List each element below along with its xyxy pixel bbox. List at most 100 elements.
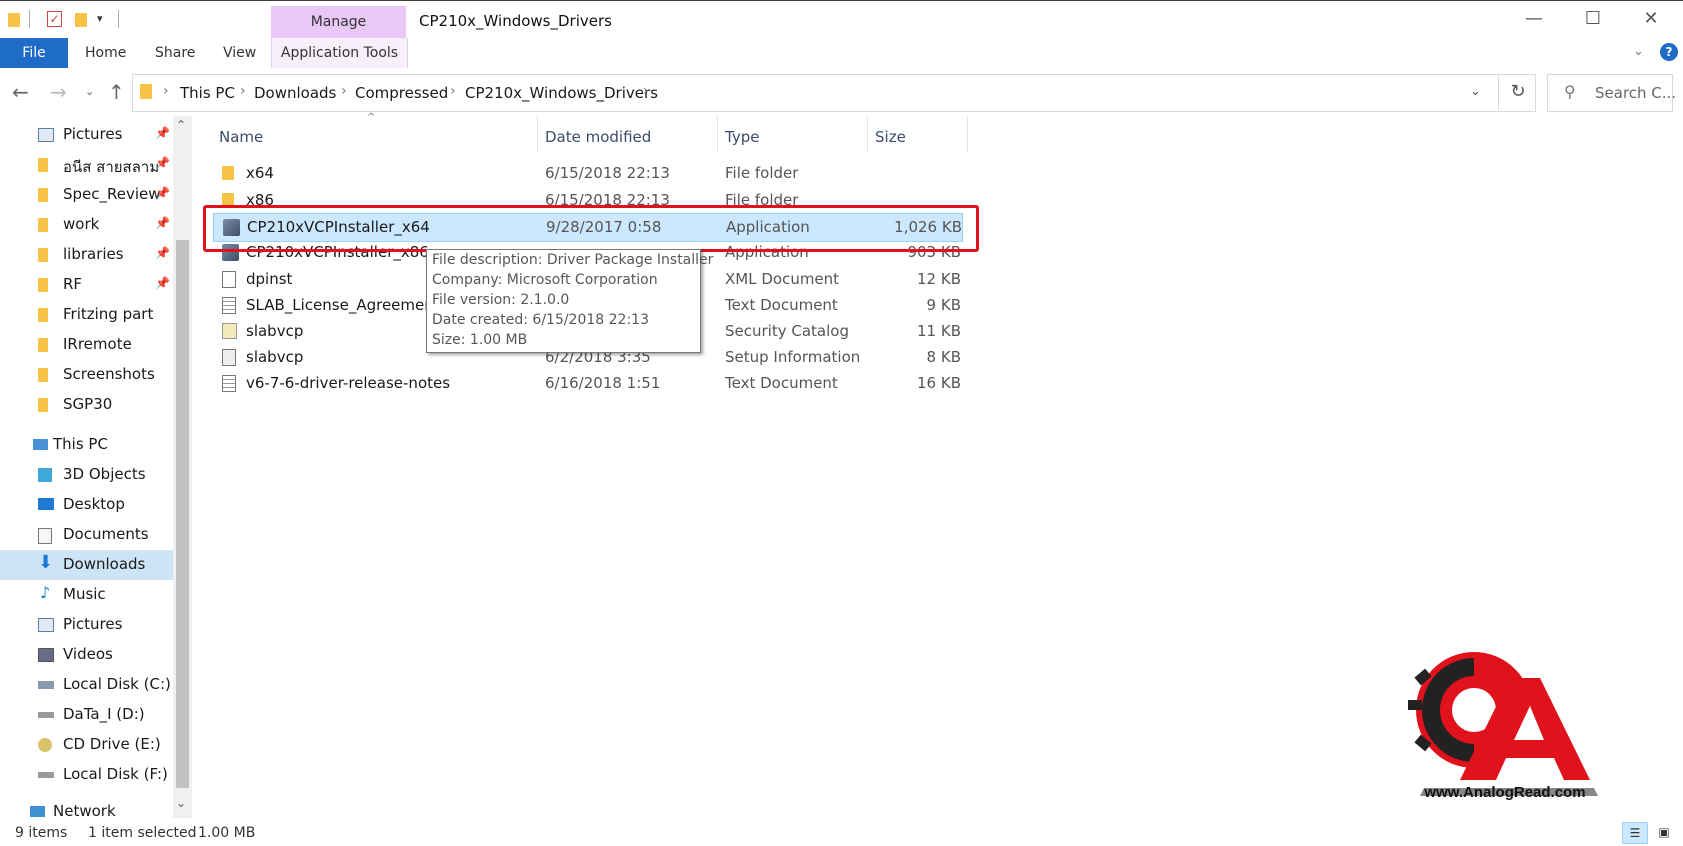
sidebar-item-label: DaTa_I (D:) <box>63 705 145 723</box>
window-title: CP210x_Windows_Drivers <box>419 12 612 30</box>
chevron-right-icon[interactable]: › <box>163 83 169 99</box>
sidebar-item-fritzing-part[interactable]: Fritzing part <box>0 300 173 330</box>
text-document-icon <box>222 375 236 392</box>
scroll-up-icon[interactable]: ⌃ <box>176 118 186 132</box>
column-divider[interactable] <box>717 116 718 152</box>
minimize-button[interactable]: — <box>1519 8 1549 32</box>
file-tooltip: File description: Driver Package Install… <box>426 249 713 353</box>
tab-share[interactable]: Share <box>155 38 195 68</box>
search-icon: ⚲ <box>1564 82 1576 101</box>
manage-tab[interactable]: Manage <box>271 14 406 30</box>
sidebar-item-spec-review[interactable]: Spec_Review 📌 <box>0 180 173 210</box>
file-size: 9 KB <box>926 296 961 314</box>
column-divider[interactable] <box>867 116 868 152</box>
sidebar-item-sgp30[interactable]: SGP30 <box>0 390 173 420</box>
pin-icon[interactable]: 📌 <box>155 216 170 230</box>
chevron-right-icon[interactable]: › <box>240 83 246 99</box>
file-row-release-notes[interactable]: v6-7-6-driver-release-notes 6/16/2018 1:… <box>213 370 961 397</box>
sidebar-item-documents[interactable]: Documents <box>0 520 173 550</box>
file-row-x86[interactable]: x86 6/15/2018 22:13 File folder <box>213 187 961 205</box>
chevron-down-icon[interactable]: ▾ <box>97 12 103 25</box>
tab-application-tools[interactable]: Application Tools <box>271 38 408 68</box>
title-bar <box>0 0 1683 37</box>
folder-icon <box>38 308 48 322</box>
back-arrow-icon[interactable]: ← <box>12 80 29 104</box>
column-header-date[interactable]: Date modified <box>545 128 651 146</box>
tab-view[interactable]: View <box>223 38 256 68</box>
file-date: 6/15/2018 22:13 <box>545 191 670 205</box>
file-type: Security Catalog <box>725 322 849 340</box>
tab-file[interactable]: File <box>0 38 68 68</box>
sidebar-item-anis[interactable]: อนีส สายสลาม 📌 <box>0 150 173 180</box>
breadcrumb-downloads[interactable]: Downloads <box>254 84 336 102</box>
sidebar-item-pictures[interactable]: Pictures <box>0 610 173 640</box>
sidebar-item-desktop[interactable]: Desktop <box>0 490 173 520</box>
column-header-size[interactable]: Size <box>875 128 906 146</box>
ribbon-expand-icon[interactable]: ⌄ <box>1633 44 1644 59</box>
breadcrumb-this-pc[interactable]: This PC <box>180 84 235 102</box>
forward-arrow-icon[interactable]: → <box>50 80 67 104</box>
refresh-button[interactable]: ↻ <box>1498 74 1537 110</box>
documents-icon <box>38 528 52 544</box>
sidebar-item-cd-drive-e[interactable]: CD Drive (E:) <box>0 730 173 760</box>
breadcrumb-compressed[interactable]: Compressed <box>355 84 448 102</box>
sidebar-item-local-disk-f[interactable]: Local Disk (F:) <box>0 760 173 790</box>
breadcrumb-current-folder[interactable]: CP210x_Windows_Drivers <box>465 84 658 102</box>
sidebar-item-data-d[interactable]: DaTa_I (D:) <box>0 700 173 730</box>
desktop-icon <box>38 498 54 510</box>
close-button[interactable]: ✕ <box>1636 8 1666 32</box>
address-dropdown-icon[interactable]: ⌄ <box>1470 84 1481 99</box>
help-icon[interactable]: ? <box>1660 43 1678 61</box>
up-arrow-icon[interactable]: ↑ <box>108 80 125 104</box>
sidebar-item-network[interactable]: Network <box>0 800 173 818</box>
pin-icon[interactable]: 📌 <box>155 156 170 170</box>
sidebar-item-label: Videos <box>63 645 113 663</box>
large-icons-view-icon[interactable]: ▣ <box>1652 822 1676 842</box>
pin-icon[interactable]: 📌 <box>155 126 170 140</box>
pin-icon[interactable]: 📌 <box>155 186 170 200</box>
scroll-down-icon[interactable]: ⌄ <box>176 796 186 810</box>
sidebar-item-music[interactable]: ♪ Music <box>0 580 173 610</box>
folder-icon <box>38 218 48 232</box>
sidebar-item-3d-objects[interactable]: 3D Objects <box>0 460 173 490</box>
download-arrow-icon: ⬇ <box>38 552 54 573</box>
sidebar-item-label: Downloads <box>63 555 146 573</box>
recent-locations-icon[interactable]: ⌄ <box>85 85 94 98</box>
sidebar-item-libraries[interactable]: libraries 📌 <box>0 240 173 270</box>
chevron-right-icon[interactable]: › <box>341 83 347 99</box>
folder-icon[interactable] <box>8 13 20 27</box>
column-header-name[interactable]: Name <box>219 128 263 146</box>
column-divider[interactable] <box>967 116 968 152</box>
sidebar-item-label: Network <box>53 802 116 818</box>
sidebar-item-pictures-quick[interactable]: Pictures 📌 <box>0 120 173 150</box>
chevron-right-icon[interactable]: › <box>450 83 456 99</box>
folder-icon <box>38 188 48 202</box>
sidebar-item-label: IRremote <box>63 335 132 353</box>
sidebar-item-label: Pictures <box>63 125 123 143</box>
sidebar-scroll-thumb[interactable] <box>176 240 189 788</box>
sidebar-item-irremote[interactable]: IRremote <box>0 330 173 360</box>
text-document-icon <box>222 297 236 314</box>
details-view-icon[interactable]: ☰ <box>1622 822 1648 844</box>
tooltip-version: File version: 2.1.0.0 <box>432 292 570 308</box>
sidebar-item-label: Documents <box>63 525 149 543</box>
pin-icon[interactable]: 📌 <box>155 276 170 290</box>
sidebar-item-local-disk-c[interactable]: Local Disk (C:) <box>0 670 173 700</box>
sidebar-item-screenshots[interactable]: Screenshots <box>0 360 173 390</box>
column-header-type[interactable]: Type <box>725 128 759 146</box>
tab-home[interactable]: Home <box>85 38 126 68</box>
maximize-button[interactable]: ☐ <box>1578 8 1608 32</box>
pin-icon[interactable]: 📌 <box>155 246 170 260</box>
chevron-right-icon[interactable]: › <box>643 83 649 99</box>
column-divider[interactable] <box>537 116 538 152</box>
new-folder-icon[interactable] <box>75 13 87 27</box>
network-icon <box>30 806 45 817</box>
sidebar-item-this-pc[interactable]: This PC <box>0 430 173 460</box>
sidebar-item-rf[interactable]: RF 📌 <box>0 270 173 300</box>
sidebar-item-downloads[interactable]: ⬇ Downloads <box>0 550 173 580</box>
sidebar-item-videos[interactable]: Videos <box>0 640 173 670</box>
file-row-x64[interactable]: x64 6/15/2018 22:13 File folder <box>213 160 961 187</box>
file-date: 6/15/2018 22:13 <box>545 164 670 182</box>
properties-icon[interactable]: ✓ <box>47 11 62 27</box>
sidebar-item-work[interactable]: work 📌 <box>0 210 173 240</box>
